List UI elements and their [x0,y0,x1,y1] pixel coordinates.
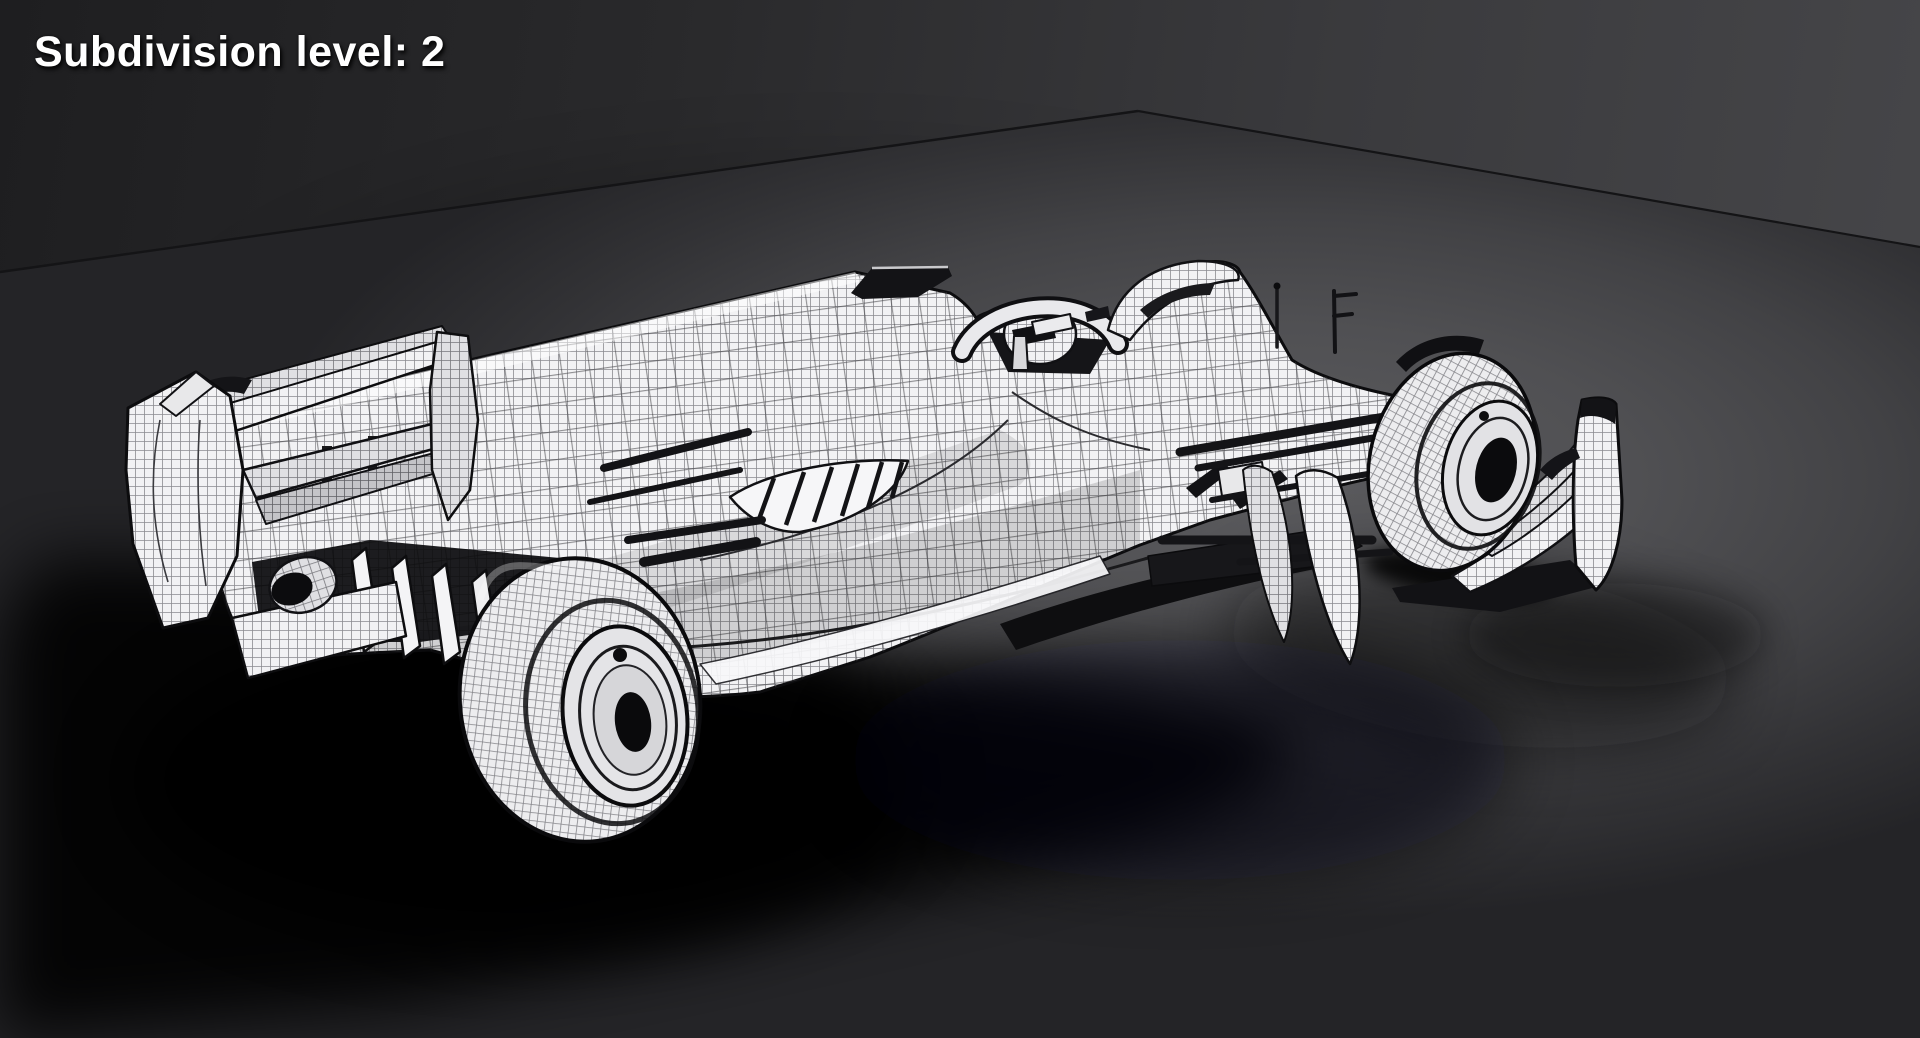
subdivision-level-label: Subdivision level: 2 [34,28,446,76]
render-viewport: Subdivision level: 2 [0,0,1920,1038]
viewport-3d[interactable] [0,0,1920,1038]
